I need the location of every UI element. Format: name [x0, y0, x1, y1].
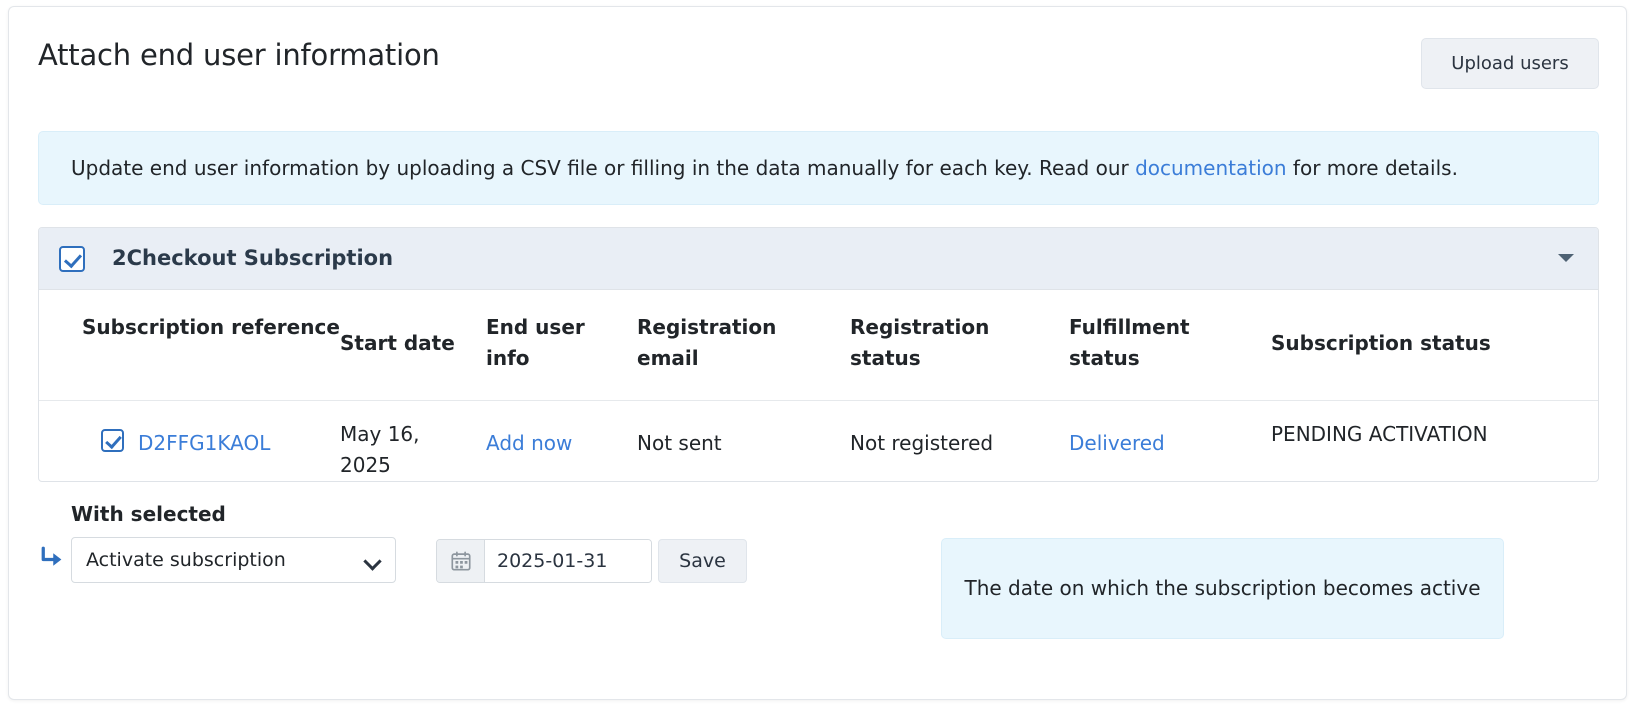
checkbox-checked-icon[interactable]: [101, 429, 124, 452]
cell-start-date: May 16, 2025: [340, 422, 420, 477]
group-select-all-checkbox[interactable]: [59, 246, 85, 272]
info-alert: Update end user information by uploading…: [38, 131, 1599, 205]
documentation-link[interactable]: documentation: [1135, 156, 1286, 180]
column-header-subscription-status: Subscription status: [1271, 331, 1491, 355]
with-selected-action-value: Activate subscription: [86, 549, 286, 571]
column-header-subscription-reference: Subscription reference: [82, 315, 340, 339]
card-header: Attach end user information Upload users: [9, 7, 1626, 117]
column-header-registration-email: Registration email: [637, 315, 777, 370]
cell-registration-status: Not registered: [850, 431, 994, 455]
with-selected-label: With selected: [71, 502, 226, 526]
date-hint-box: The date on which the subscription becom…: [941, 538, 1504, 639]
group-header[interactable]: 2Checkout Subscription: [39, 228, 1598, 290]
activation-date-input[interactable]: [485, 540, 651, 582]
info-alert-text-before: Update end user information by uploading…: [71, 156, 1136, 180]
calendar-icon[interactable]: [437, 540, 485, 582]
checkbox-checked-icon[interactable]: [59, 246, 85, 272]
chevron-down-icon[interactable]: [1558, 254, 1574, 262]
cell-end-user-info-add-now[interactable]: Add now: [486, 428, 611, 459]
column-header-fulfillment-status: Fulfillment status: [1069, 315, 1190, 370]
upload-users-button[interactable]: Upload users: [1421, 38, 1599, 89]
group-title: 2Checkout Subscription: [112, 246, 394, 270]
chevron-down-icon: [363, 552, 382, 571]
page-card: Attach end user information Upload users…: [8, 6, 1627, 700]
column-header-registration-status: Registration status: [850, 315, 990, 370]
with-selected-action-select[interactable]: Activate subscription: [71, 537, 396, 583]
cell-subscription-status: PENDING ACTIVATION: [1271, 422, 1488, 446]
column-header-start-date: Start date: [340, 331, 455, 355]
cell-fulfillment-status[interactable]: Delivered: [1069, 428, 1244, 459]
info-alert-text-after: for more details.: [1286, 156, 1458, 180]
subscription-group-panel: 2Checkout Subscription Subscription refe…: [38, 227, 1599, 482]
page-title: Attach end user information: [38, 38, 440, 72]
table-row: D2FFG1KAOL May 16, 2025 Add now Not sent…: [39, 400, 1598, 480]
table-header-row: Subscription reference Start date End us…: [39, 290, 1598, 400]
info-alert-text: Update end user information by uploading…: [71, 132, 1458, 204]
subscriptions-table: Subscription reference Start date End us…: [39, 290, 1598, 480]
activation-date-group: [436, 539, 652, 583]
cell-registration-email: Not sent: [637, 431, 722, 455]
row-select-checkbox[interactable]: [101, 429, 124, 452]
save-button[interactable]: Save: [658, 539, 747, 583]
return-arrow-icon: [41, 546, 62, 566]
column-header-end-user-info: End user info: [486, 315, 585, 370]
date-hint-text: The date on which the subscription becom…: [964, 576, 1481, 600]
